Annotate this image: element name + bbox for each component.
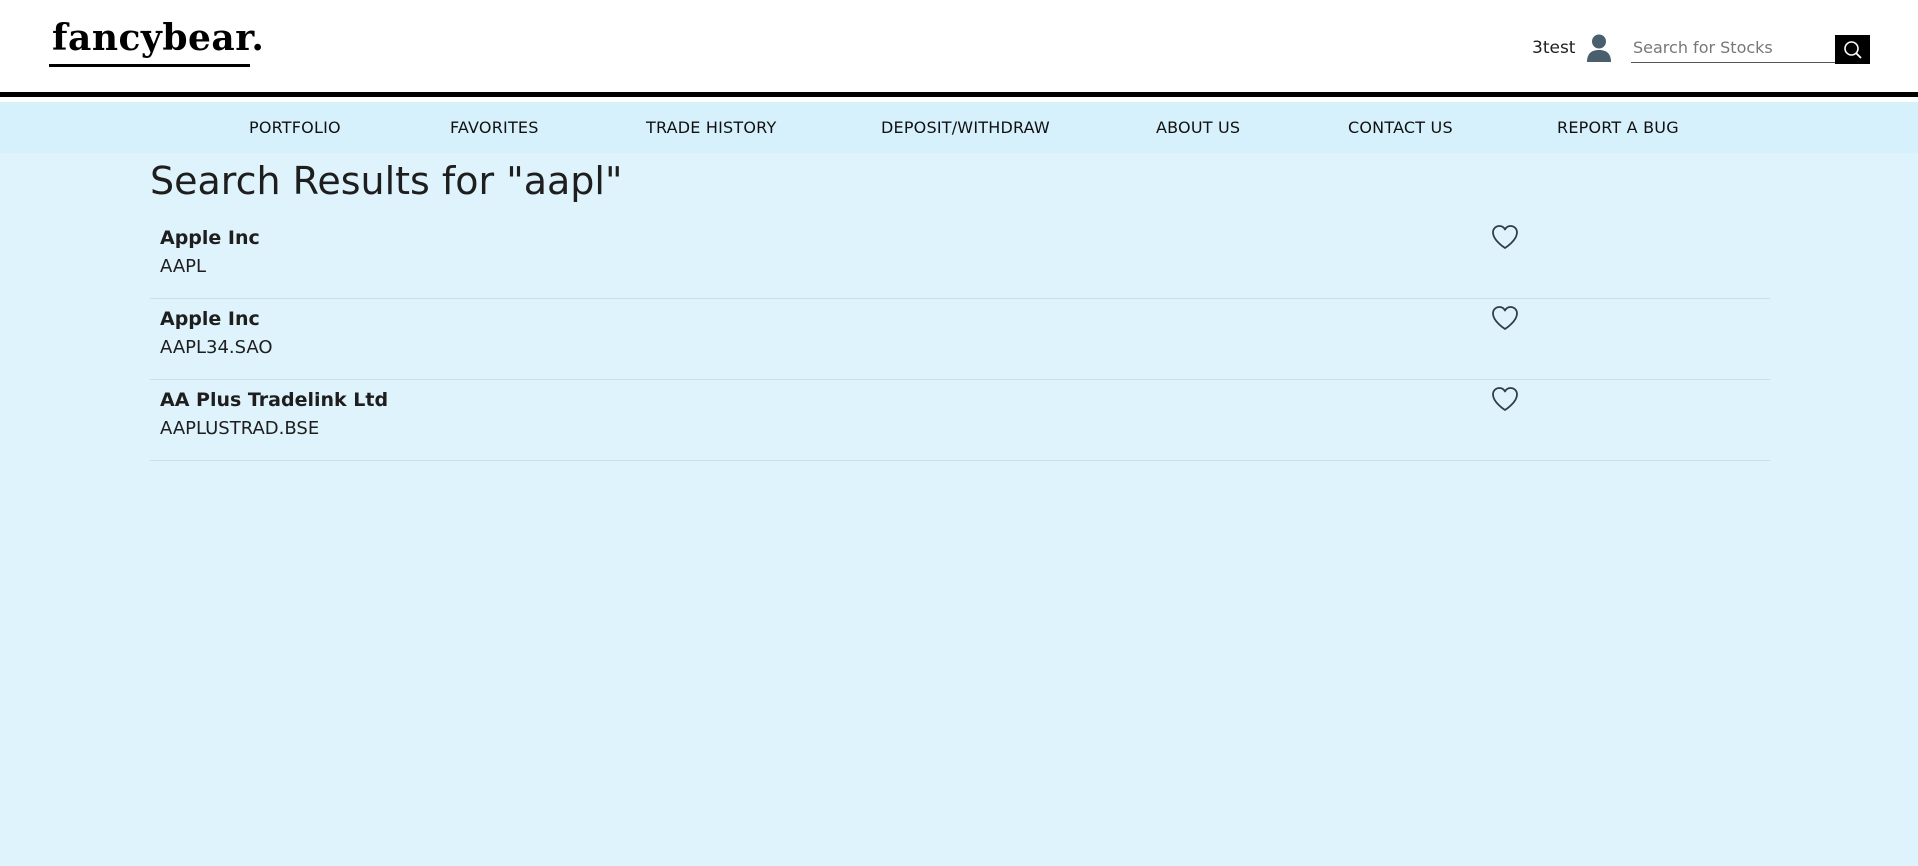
site-header: fancybear. 3test [0, 0, 1918, 97]
result-name[interactable]: AA Plus Tradelink Ltd [160, 388, 388, 412]
nav-favorites[interactable]: FAVORITES [450, 118, 539, 137]
result-name[interactable]: Apple Inc [160, 226, 260, 250]
nav-trade-history[interactable]: TRADE HISTORY [646, 118, 776, 137]
search-button[interactable] [1835, 35, 1870, 64]
main-content: Search Results for "aapl" Apple Inc AAPL… [0, 153, 1918, 866]
search-result-item: AA Plus Tradelink Ltd AAPLUSTRAD.BSE [150, 380, 1770, 461]
nav-contact-us[interactable]: CONTACT US [1348, 118, 1453, 137]
page-title: Search Results for "aapl" [150, 159, 623, 203]
nav-report-a-bug[interactable]: REPORT A BUG [1557, 118, 1679, 137]
favorite-button[interactable] [1490, 385, 1520, 413]
result-symbol: AAPLUSTRAD.BSE [160, 418, 320, 439]
result-symbol: AAPL [160, 256, 207, 277]
search-result-item: Apple Inc AAPL34.SAO [150, 299, 1770, 380]
nav-about-us[interactable]: ABOUT US [1156, 118, 1240, 137]
favorite-button[interactable] [1490, 304, 1520, 332]
result-name[interactable]: Apple Inc [160, 307, 260, 331]
username-label[interactable]: 3test [1532, 38, 1575, 58]
nav-deposit-withdraw[interactable]: DEPOSIT/WITHDRAW [881, 118, 1050, 137]
search-input[interactable] [1631, 33, 1835, 63]
search-icon [1835, 40, 1870, 60]
search-results-list: Apple Inc AAPL Apple Inc AAPL34.SAO AA P… [150, 218, 1770, 461]
favorite-button[interactable] [1490, 223, 1520, 251]
search-result-item: Apple Inc AAPL [150, 218, 1770, 299]
heart-icon [1490, 306, 1520, 335]
nav-portfolio[interactable]: PORTFOLIO [249, 118, 341, 137]
heart-icon [1490, 225, 1520, 254]
heart-icon [1490, 387, 1520, 416]
main-nav: PORTFOLIO FAVORITES TRADE HISTORY DEPOSI… [0, 102, 1918, 153]
logo[interactable]: fancybear. [52, 20, 264, 56]
user-icon[interactable] [1585, 33, 1613, 63]
logo-underline [49, 64, 250, 67]
result-symbol: AAPL34.SAO [160, 337, 273, 358]
